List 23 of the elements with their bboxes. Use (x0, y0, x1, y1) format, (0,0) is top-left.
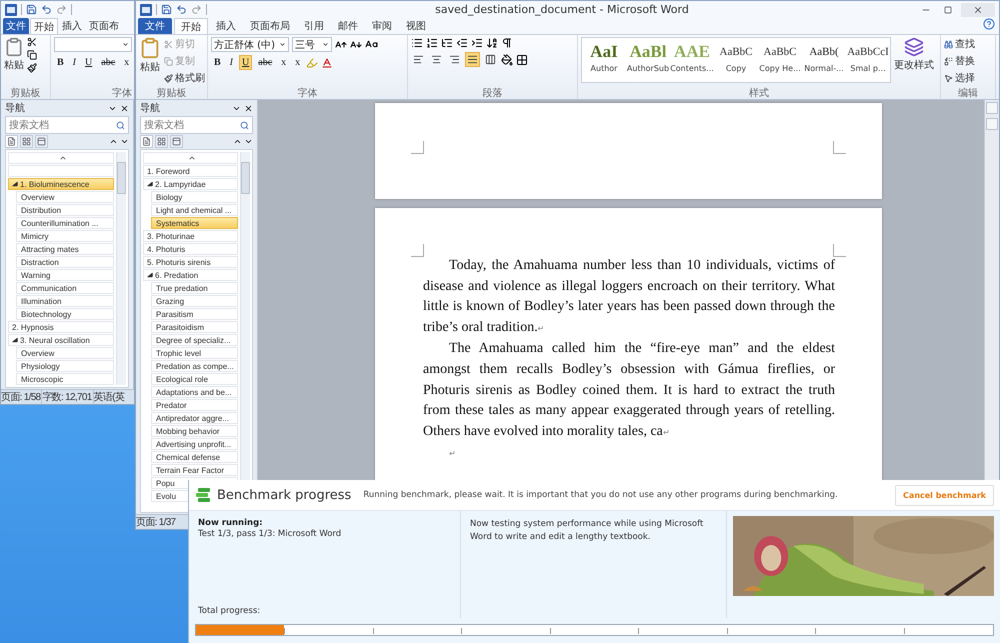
status-item: 字数: 12,701 (42, 390, 94, 404)
paragraph: ↵ (448, 448, 457, 460)
status-item: 英语(英 (94, 390, 126, 404)
status-item: 页面: 1/58 (1, 390, 42, 404)
total-progress-label: Total progress: (198, 605, 262, 618)
paragraph: The Amahuama called him the “fire-eye man” and the eldest amongst them recalls Bodley’s obsession with Gámua fireflies, or Photuris sirenis as Bodley coined them. It is hard to extract the truth from these tales as many appear exaggerated through years of retelling. Others have evolved into morality tales, ca↵ (423, 340, 835, 441)
now-running-text: Test 1/3, pass 1/3: Microsoft Word (198, 528, 342, 541)
group-label: 字体 (296, 88, 318, 99)
paragraph: Today, the Amahuama number less than 10 individuals, victims of disease and violence as illegal loggers encroach on their territory. What little is known of Bodley’s later years has been passed down through the tribe’s oral tradition.↵ (423, 257, 835, 337)
now-running-label: Now running: (198, 518, 264, 528)
status-item: 页面: 1/37 (136, 516, 176, 529)
group-label: 段落 (482, 88, 504, 99)
window-title: saved_destination_document - Microsoft Word (434, 3, 690, 16)
group-label: 编辑 (957, 88, 979, 99)
group-label: 剪贴板 (156, 88, 188, 99)
test-description: Now testing system performance while using Microsoft Word to write and edit a lengthy textbook. (470, 518, 704, 544)
status-message: Running benchmark, please wait. It is important that you do not use any other programs during benchmarking. (362, 490, 839, 500)
group-label: 剪贴板 (10, 88, 42, 99)
panel-title: Benchmark progress (217, 488, 352, 502)
pane-title: 导航 (140, 102, 161, 115)
group-label: 样式 (748, 88, 770, 99)
pane-title: 导航 (5, 102, 26, 115)
group-label: 字体 (111, 88, 132, 99)
